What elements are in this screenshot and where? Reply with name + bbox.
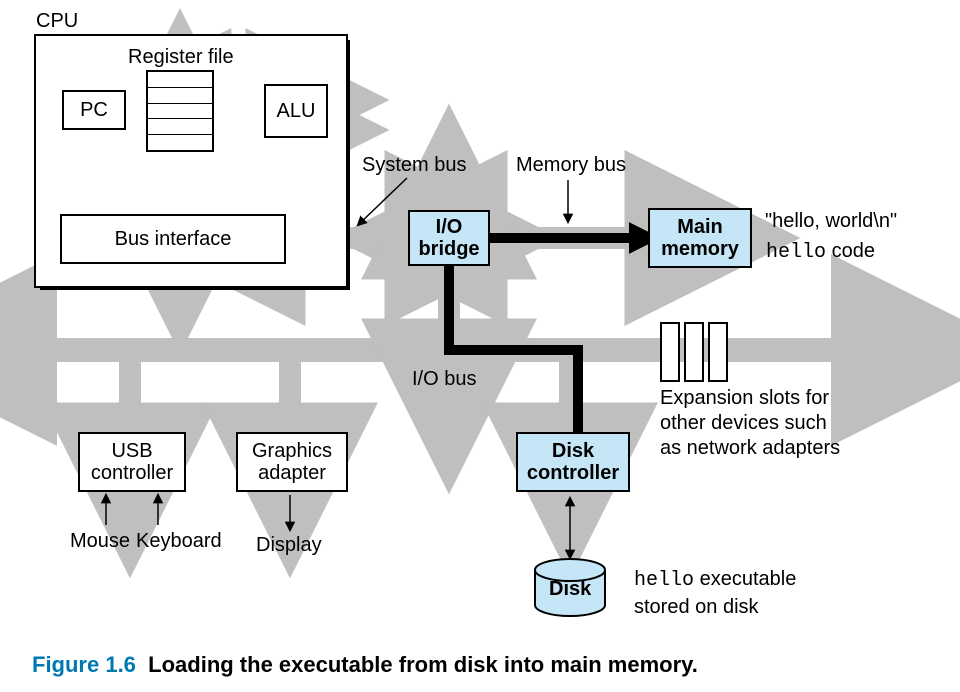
usb-text-2: controller bbox=[91, 462, 173, 484]
usb-text-1: USB bbox=[111, 440, 152, 462]
disk-annot-line1-suffix: executable bbox=[694, 568, 796, 590]
diagram-stage: CPU Register file PC ALU Bus interface S… bbox=[0, 0, 960, 692]
main-memory-text-2: memory bbox=[661, 238, 739, 260]
bus-interface-box: Bus interface bbox=[60, 214, 286, 264]
disk-annot-line2: stored on disk bbox=[634, 596, 759, 618]
disk-annot-prefix: hello bbox=[634, 569, 694, 592]
expansion-line3: as network adapters bbox=[660, 437, 840, 459]
keyboard-label: Keyboard bbox=[136, 530, 222, 553]
expansion-slot-bar bbox=[684, 322, 704, 382]
graphics-text-1: Graphics bbox=[252, 440, 332, 462]
expansion-line2: other devices such bbox=[660, 412, 827, 434]
disk-label: Disk bbox=[549, 578, 591, 601]
main-memory-text-1: Main bbox=[677, 216, 723, 238]
hello-code-suffix: code bbox=[826, 240, 875, 262]
alu-box: ALU bbox=[264, 84, 328, 138]
register-cell bbox=[148, 104, 212, 120]
register-cell bbox=[148, 119, 212, 135]
figure-number: Figure 1.6 bbox=[32, 652, 136, 677]
display-label: Display bbox=[256, 534, 322, 557]
diskctl-text-2: controller bbox=[527, 462, 619, 484]
io-bridge-box: I/O bridge bbox=[408, 210, 490, 266]
hello-code-prefix: hello bbox=[766, 241, 826, 264]
cpu-label: CPU bbox=[36, 10, 78, 33]
data-path-highlight bbox=[449, 238, 632, 432]
disk-annotation: hello executable stored on disk bbox=[634, 566, 854, 620]
register-cell bbox=[148, 135, 212, 150]
expansion-slot-bar bbox=[660, 322, 680, 382]
figure-title: Loading the executable from disk into ma… bbox=[148, 652, 698, 677]
io-bridge-text-2: bridge bbox=[418, 238, 479, 260]
expansion-slot-bar bbox=[708, 322, 728, 382]
graphics-text-2: adapter bbox=[258, 462, 326, 484]
system-bus-label: System bus bbox=[362, 154, 466, 177]
mouse-label: Mouse bbox=[70, 530, 130, 553]
memory-bus-label: Memory bus bbox=[516, 154, 626, 177]
hello-world-str-label: "hello, world\n" bbox=[765, 210, 897, 233]
pc-text: PC bbox=[80, 99, 108, 121]
register-cell bbox=[148, 88, 212, 104]
usb-controller-box: USB controller bbox=[78, 432, 186, 492]
bus-interface-text: Bus interface bbox=[115, 228, 232, 250]
expansion-line1: Expansion slots for bbox=[660, 387, 829, 409]
io-bridge-text-1: I/O bbox=[436, 216, 463, 238]
register-file-label: Register file bbox=[128, 46, 234, 69]
register-cell bbox=[148, 72, 212, 88]
figure-caption: Figure 1.6 Loading the executable from d… bbox=[32, 652, 698, 678]
pc-box: PC bbox=[62, 90, 126, 130]
disk-controller-box: Disk controller bbox=[516, 432, 630, 492]
systembus-pointer bbox=[358, 178, 407, 225]
diskctl-text-1: Disk bbox=[552, 440, 594, 462]
hello-code-label: hello code bbox=[766, 240, 875, 264]
main-memory-box: Main memory bbox=[648, 208, 752, 268]
register-file bbox=[146, 70, 214, 152]
graphics-adapter-box: Graphics adapter bbox=[236, 432, 348, 492]
alu-text: ALU bbox=[277, 100, 316, 122]
expansion-slots-text: Expansion slots for other devices such a… bbox=[660, 386, 890, 461]
io-bus-label: I/O bus bbox=[412, 368, 476, 391]
